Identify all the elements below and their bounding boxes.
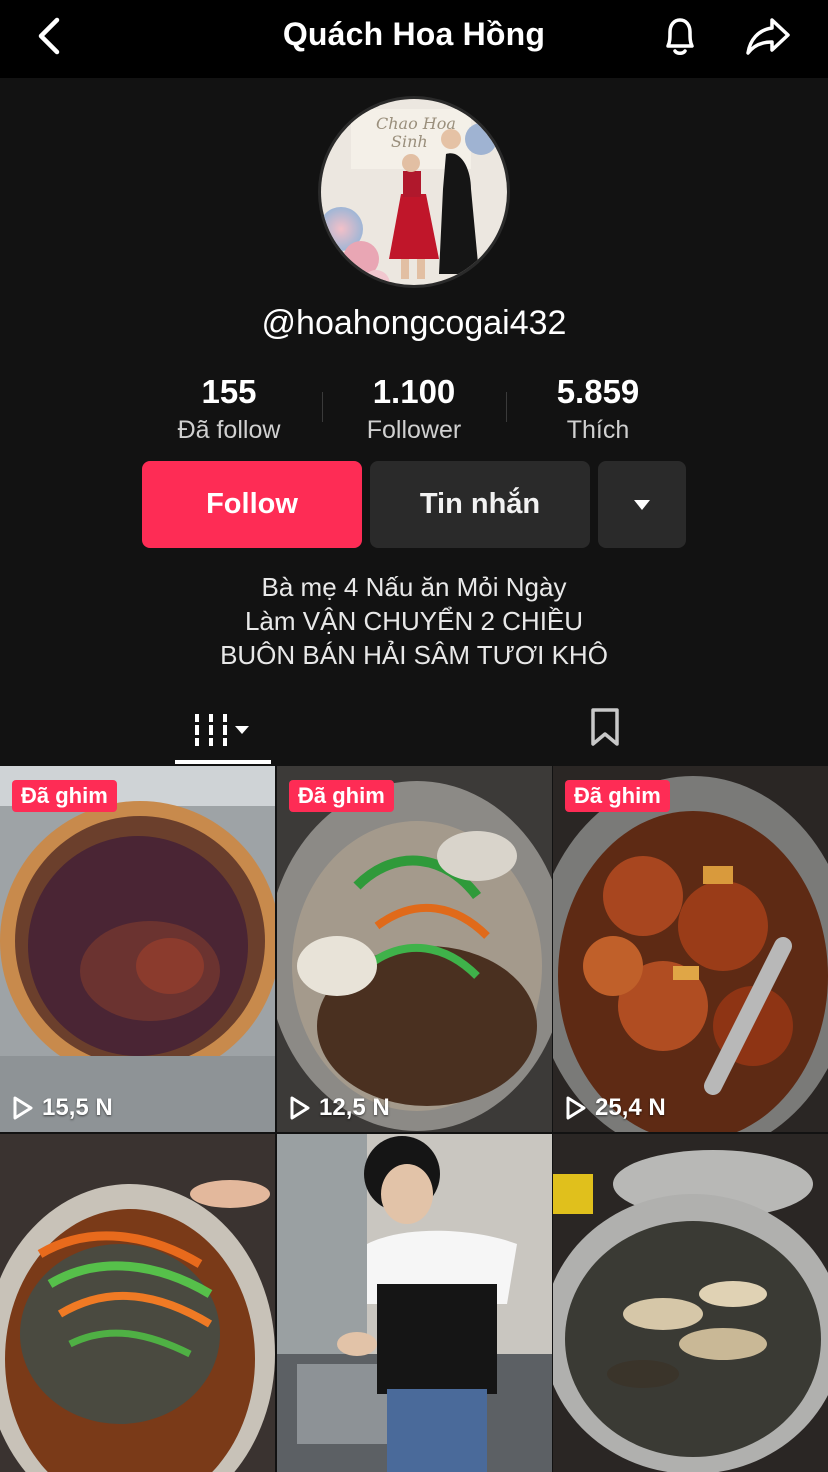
video-thumbnail[interactable]	[0, 1134, 275, 1472]
view-count: 25,4 N	[565, 1094, 666, 1122]
bell-icon	[666, 18, 694, 55]
bookmark-icon	[591, 708, 619, 746]
pinned-badge: Đã ghim	[289, 780, 394, 812]
followers-stat[interactable]: 1.100 Follower	[314, 372, 514, 448]
profile-bio: Bà mẹ 4 Nấu ăn Mỏi Ngày Làm VẬN CHUYỂN 2…	[0, 570, 828, 672]
tab-saved[interactable]	[578, 700, 632, 754]
likes-label: Thích	[566, 416, 630, 444]
view-count-text: 12,5 N	[319, 1094, 390, 1121]
active-tab-indicator	[175, 760, 271, 764]
view-count: 12,5 N	[289, 1094, 390, 1122]
bio-line: Bà mẹ 4 Nấu ăn Mỏi Ngày	[261, 572, 567, 602]
tab-videos[interactable]	[175, 696, 271, 764]
video-thumbnail[interactable]: Đã ghim 15,5 N	[0, 766, 275, 1132]
video-grid: Đã ghim 15,5 N Đã ghim 12,5 N Đã ghim 25…	[0, 766, 828, 1472]
pinned-badge: Đã ghim	[565, 780, 670, 812]
stat-divider	[506, 392, 507, 422]
view-count: 15,5 N	[12, 1094, 113, 1122]
play-icon	[566, 1096, 586, 1120]
followers-label: Follower	[366, 416, 462, 444]
caret-down-icon	[634, 499, 650, 510]
svg-text:Chao Hoa: Chao Hoa	[376, 114, 456, 133]
message-button[interactable]: Tin nhắn	[370, 461, 590, 548]
play-icon	[13, 1096, 33, 1120]
top-bar: Quách Hoa Hồng	[0, 0, 828, 78]
profile-tabs	[0, 696, 828, 766]
view-count-text: 25,4 N	[595, 1094, 666, 1121]
likes-count: 5.859	[556, 373, 640, 410]
share-arrow-icon	[746, 18, 790, 55]
following-label: Đã follow	[177, 416, 281, 444]
likes-stat: 5.859 Thích	[498, 372, 698, 448]
stat-divider	[322, 392, 323, 422]
share-button[interactable]	[738, 10, 798, 62]
follow-button[interactable]: Follow	[142, 461, 362, 548]
video-thumbnail[interactable]	[553, 1134, 828, 1472]
followers-count: 1.100	[372, 373, 456, 410]
avatar[interactable]: Chao Hoa Sinh	[318, 96, 510, 288]
notification-button[interactable]	[652, 10, 708, 62]
video-thumbnail[interactable]: Đã ghim 25,4 N	[553, 766, 828, 1132]
bio-line: Làm VẬN CHUYỂN 2 CHIỀU	[244, 606, 584, 636]
more-options-button[interactable]	[598, 461, 686, 548]
following-stat[interactable]: 155 Đã follow	[129, 372, 329, 448]
grid-icon	[195, 714, 249, 746]
svg-text:Sinh: Sinh	[391, 132, 428, 151]
video-thumbnail[interactable]: Đã ghim 12,5 N	[277, 766, 552, 1132]
following-count: 155	[201, 373, 257, 410]
pinned-badge: Đã ghim	[12, 780, 117, 812]
profile-stats: 155 Đã follow 1.100 Follower 5.859 Thích	[0, 372, 828, 452]
play-icon	[290, 1096, 310, 1120]
video-thumbnail[interactable]	[277, 1134, 552, 1472]
profile-handle: @hoahongcogai432	[261, 304, 567, 342]
view-count-text: 15,5 N	[42, 1094, 113, 1121]
bio-line: BUÔN BÁN HẢI SÂM TƯƠI KHÔ	[220, 640, 608, 670]
